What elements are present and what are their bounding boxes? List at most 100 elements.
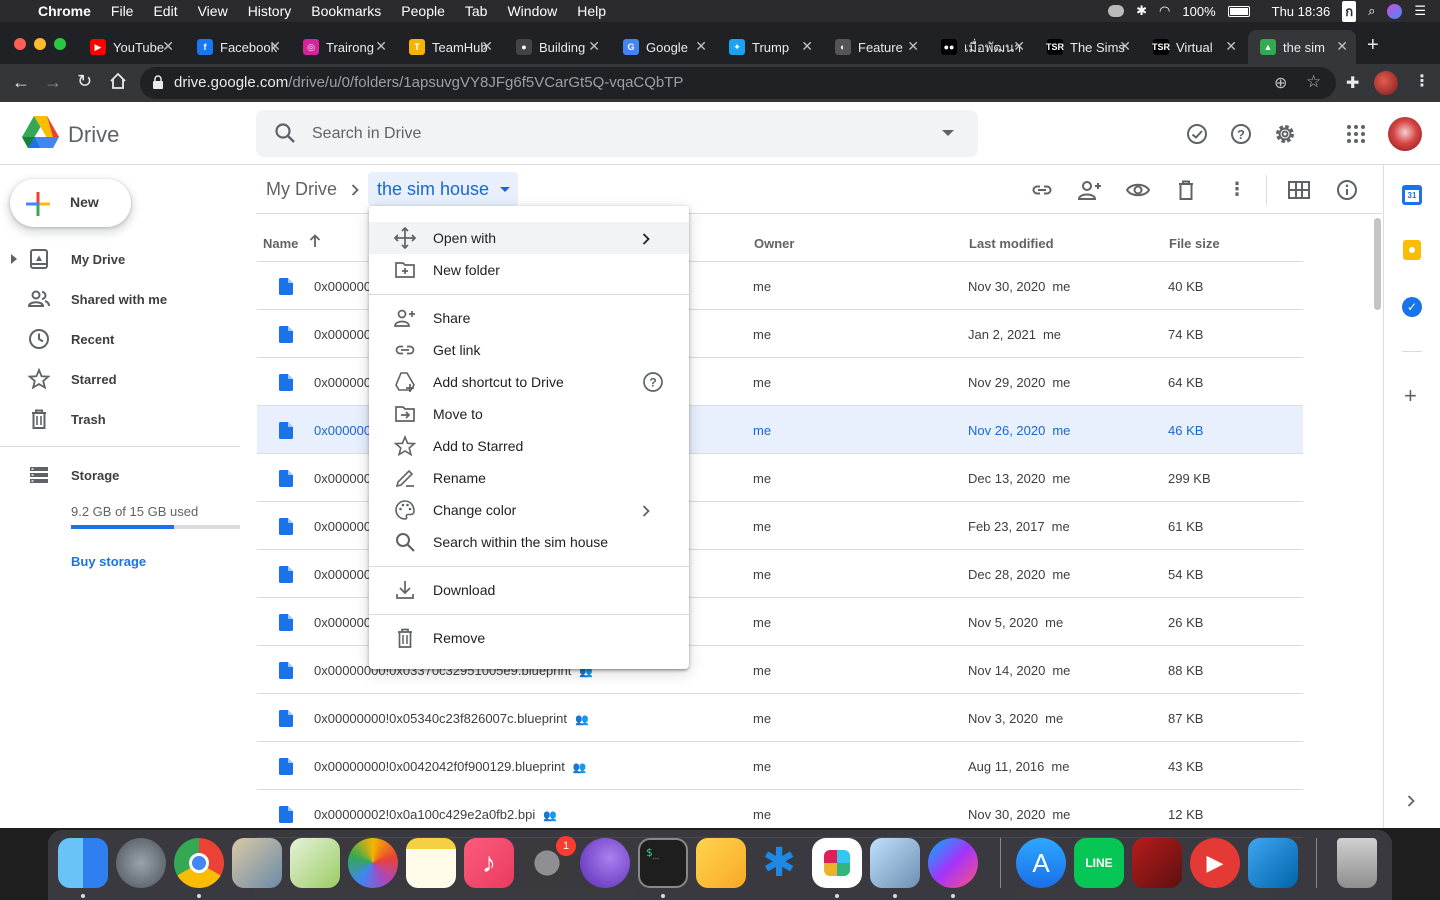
- bookmark-star-icon[interactable]: ☆: [1306, 72, 1321, 92]
- menu-view[interactable]: View: [198, 3, 228, 19]
- get-addons-plus-icon[interactable]: +: [1404, 383, 1417, 409]
- tableplus-icon[interactable]: [696, 838, 746, 888]
- menu-history[interactable]: History: [248, 3, 292, 19]
- home-button[interactable]: [109, 72, 127, 90]
- tab-close-icon[interactable]: ✕: [1119, 38, 1131, 55]
- grid-view-icon[interactable]: [1288, 181, 1310, 199]
- menu-app-name[interactable]: Chrome: [38, 3, 91, 19]
- settings-gear-icon[interactable]: [1273, 122, 1297, 146]
- bluetooth-icon[interactable]: ✱: [1136, 3, 1147, 19]
- siri-icon[interactable]: [1387, 3, 1403, 19]
- sort-arrow-up-icon[interactable]: [309, 234, 321, 248]
- extensions-icon[interactable]: ✚: [1346, 73, 1359, 93]
- new-button[interactable]: New: [10, 179, 131, 227]
- menu-item-rename[interactable]: Rename: [369, 462, 689, 494]
- menu-item-add-to-starred[interactable]: Add to Starred: [369, 430, 689, 462]
- collapse-panel-chevron-icon[interactable]: [1407, 795, 1415, 807]
- sidebar-item-recent[interactable]: Recent: [0, 323, 240, 355]
- tab[interactable]: ●● เมื่อพัฒนา ✕: [929, 30, 1033, 64]
- help-icon[interactable]: ?: [1229, 122, 1253, 146]
- menu-item-get-link[interactable]: Get link: [369, 334, 689, 366]
- photos-icon[interactable]: [348, 838, 398, 888]
- search-input[interactable]: [312, 123, 912, 145]
- tor-browser-icon[interactable]: [580, 838, 630, 888]
- chrome-icon[interactable]: [174, 838, 224, 888]
- table-row[interactable]: 0x00000000!0x0042042f0f900129.blueprint 👥…: [257, 742, 1303, 790]
- tab-close-icon[interactable]: ✕: [1013, 38, 1025, 55]
- launchpad-icon[interactable]: [116, 838, 166, 888]
- new-tab-button[interactable]: +: [1367, 34, 1379, 57]
- calendar-addon-icon[interactable]: 31: [1402, 185, 1422, 205]
- tab[interactable]: ◐ Feature ✕: [823, 30, 927, 64]
- menu-people[interactable]: People: [401, 3, 445, 19]
- tab-close-icon[interactable]: ✕: [1336, 38, 1348, 55]
- lock-icon[interactable]: [152, 75, 164, 89]
- install-app-icon[interactable]: ⊕: [1274, 73, 1287, 93]
- music-icon[interactable]: ♪: [464, 838, 514, 888]
- offline-ready-icon[interactable]: [1185, 122, 1209, 146]
- menu-item-share[interactable]: Share: [369, 302, 689, 334]
- buy-storage-link[interactable]: Buy storage: [71, 554, 146, 569]
- help-circle-icon[interactable]: ?: [642, 371, 664, 393]
- breadcrumb-root[interactable]: My Drive: [266, 179, 337, 200]
- column-name[interactable]: Name: [263, 236, 298, 251]
- tab[interactable]: ◎ Trairong ✕: [291, 30, 395, 64]
- sidebar-item-shared-with-me[interactable]: Shared with me: [0, 283, 240, 315]
- tab-close-icon[interactable]: ✕: [801, 38, 813, 55]
- sidebar-item-starred[interactable]: Starred: [0, 363, 240, 395]
- finder-icon[interactable]: [58, 838, 108, 888]
- menu-window[interactable]: Window: [507, 3, 557, 19]
- minimize-window-button[interactable]: [34, 38, 46, 50]
- menu-file[interactable]: File: [111, 3, 134, 19]
- menu-help[interactable]: Help: [577, 3, 606, 19]
- details-info-icon[interactable]: [1336, 179, 1358, 201]
- address-bar[interactable]: drive.google.com/drive/u/0/folders/1apsu…: [140, 67, 1336, 99]
- column-file-size[interactable]: File size: [1169, 236, 1220, 251]
- battery-icon[interactable]: [1227, 5, 1250, 17]
- tab[interactable]: TSR The Sims ✕: [1035, 30, 1139, 64]
- sidebar-item-my-drive[interactable]: My Drive: [0, 243, 240, 275]
- menu-item-download[interactable]: Download: [369, 574, 689, 606]
- tab[interactable]: ▲ the sim ✕: [1248, 30, 1356, 64]
- tab[interactable]: G Google ✕: [611, 30, 715, 64]
- tab-close-icon[interactable]: ✕: [588, 38, 600, 55]
- tab[interactable]: ✦ Trump ✕: [717, 30, 821, 64]
- menu-bookmarks[interactable]: Bookmarks: [311, 3, 381, 19]
- close-window-button[interactable]: [14, 38, 26, 50]
- menu-edit[interactable]: Edit: [153, 3, 177, 19]
- spotlight-icon[interactable]: ⌕: [1368, 3, 1375, 19]
- image-capture-icon[interactable]: [870, 838, 920, 888]
- menu-item-open-with[interactable]: Open with: [369, 222, 689, 254]
- apps-grid-icon[interactable]: [1346, 124, 1370, 148]
- slack-icon[interactable]: [812, 838, 862, 888]
- remove-trash-icon[interactable]: [1175, 179, 1197, 201]
- maps-icon[interactable]: [290, 838, 340, 888]
- tab-close-icon[interactable]: ✕: [907, 38, 919, 55]
- expand-arrow-icon[interactable]: [11, 254, 17, 264]
- account-avatar[interactable]: [1388, 117, 1422, 151]
- trash-bin-icon[interactable]: [1337, 838, 1377, 888]
- tab-close-icon[interactable]: ✕: [481, 38, 493, 55]
- app-store-icon[interactable]: A: [1016, 838, 1066, 888]
- tab-close-icon[interactable]: ✕: [695, 38, 707, 55]
- zoom-window-button[interactable]: [54, 38, 66, 50]
- input-method-icon[interactable]: ก: [1342, 0, 1357, 22]
- tab-close-icon[interactable]: ✕: [1225, 38, 1237, 55]
- notification-center-icon[interactable]: ☰: [1414, 3, 1426, 19]
- line-status-icon[interactable]: [1108, 5, 1125, 17]
- reload-button[interactable]: ↻: [77, 71, 92, 92]
- search-icon[interactable]: [274, 122, 296, 144]
- get-link-icon[interactable]: [1031, 179, 1053, 201]
- sidebar-item-storage[interactable]: Storage: [0, 459, 240, 491]
- profile-avatar[interactable]: [1374, 71, 1398, 95]
- forward-button[interactable]: →: [44, 72, 62, 93]
- preview-app-icon[interactable]: [232, 838, 282, 888]
- terminal-icon[interactable]: $_: [638, 838, 688, 888]
- share-icon[interactable]: [1078, 179, 1102, 201]
- more-actions-icon[interactable]: ⋮: [1228, 179, 1246, 200]
- menu-item-remove[interactable]: Remove: [369, 622, 689, 654]
- tab-close-icon[interactable]: ✕: [375, 38, 387, 55]
- bluetooth-app-icon[interactable]: ✱: [754, 838, 804, 888]
- back-button[interactable]: ←: [12, 72, 30, 93]
- search-options-icon[interactable]: [942, 130, 954, 137]
